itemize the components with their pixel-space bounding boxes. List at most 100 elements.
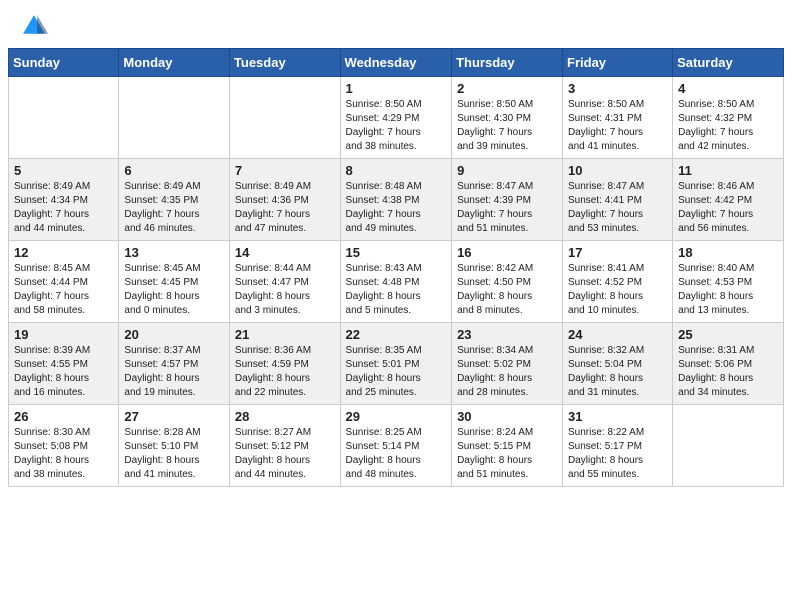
calendar-week-row: 19 Sunrise: 8:39 AM Sunset: 4:55 PM Dayli…	[9, 323, 784, 405]
calendar-cell: 31Sunrise: 8:22 AM Sunset: 5:17 PM Dayli…	[563, 405, 673, 487]
calendar-cell: 16 Sunrise: 8:42 AM Sunset: 4:50 PM Dayli…	[452, 241, 563, 323]
calendar-week-row: 1 Sunrise: 8:50 AM Sunset: 4:29 PM Daylig…	[9, 77, 784, 159]
day-number: 21	[235, 327, 335, 342]
day-info: Sunrise: 8:47 AM Sunset: 4:41 PM Dayligh…	[568, 180, 667, 236]
page-header	[0, 0, 792, 48]
day-info: Sunrise: 8:47 AM Sunset: 4:39 PM Dayligh…	[457, 180, 557, 236]
day-info: Sunrise: 8:31 AM Sunset: 5:06 PM Dayligh…	[678, 344, 778, 400]
day-number: 14	[235, 245, 335, 260]
calendar-cell: 4 Sunrise: 8:50 AM Sunset: 4:32 PM Daylig…	[673, 77, 784, 159]
weekday-header: Tuesday	[229, 49, 340, 77]
day-number: 19	[14, 327, 113, 342]
calendar-cell: 9 Sunrise: 8:47 AM Sunset: 4:39 PM Daylig…	[452, 159, 563, 241]
calendar-cell: 10 Sunrise: 8:47 AM Sunset: 4:41 PM Dayli…	[563, 159, 673, 241]
day-info: Sunrise: 8:39 AM Sunset: 4:55 PM Dayligh…	[14, 344, 113, 400]
day-number: 7	[235, 163, 335, 178]
calendar-cell	[673, 405, 784, 487]
day-number: 20	[124, 327, 224, 342]
calendar-cell: 23Sunrise: 8:34 AM Sunset: 5:02 PM Dayli…	[452, 323, 563, 405]
calendar-body: 1 Sunrise: 8:50 AM Sunset: 4:29 PM Daylig…	[9, 77, 784, 487]
day-info: Sunrise: 8:45 AM Sunset: 4:44 PM Dayligh…	[14, 262, 113, 318]
calendar-cell: 11Sunrise: 8:46 AM Sunset: 4:42 PM Dayli…	[673, 159, 784, 241]
day-number: 10	[568, 163, 667, 178]
calendar-cell: 8Sunrise: 8:48 AM Sunset: 4:38 PM Daylig…	[340, 159, 452, 241]
day-info: Sunrise: 8:43 AM Sunset: 4:48 PM Dayligh…	[346, 262, 447, 318]
day-info: Sunrise: 8:35 AM Sunset: 5:01 PM Dayligh…	[346, 344, 447, 400]
calendar-table: SundayMondayTuesdayWednesdayThursdayFrid…	[8, 48, 784, 487]
day-number: 17	[568, 245, 667, 260]
day-info: Sunrise: 8:24 AM Sunset: 5:15 PM Dayligh…	[457, 426, 557, 482]
day-number: 4	[678, 81, 778, 96]
calendar-header-row: SundayMondayTuesdayWednesdayThursdayFrid…	[9, 49, 784, 77]
day-number: 31	[568, 409, 667, 424]
calendar-cell: 24 Sunrise: 8:32 AM Sunset: 5:04 PM Dayli…	[563, 323, 673, 405]
day-info: Sunrise: 8:50 AM Sunset: 4:29 PM Dayligh…	[346, 98, 447, 154]
weekday-header: Monday	[119, 49, 230, 77]
day-info: Sunrise: 8:42 AM Sunset: 4:50 PM Dayligh…	[457, 262, 557, 318]
day-info: Sunrise: 8:40 AM Sunset: 4:53 PM Dayligh…	[678, 262, 778, 318]
day-info: Sunrise: 8:25 AM Sunset: 5:14 PM Dayligh…	[346, 426, 447, 482]
day-number: 18	[678, 245, 778, 260]
calendar-cell: 18 Sunrise: 8:40 AM Sunset: 4:53 PM Dayli…	[673, 241, 784, 323]
calendar-wrapper: SundayMondayTuesdayWednesdayThursdayFrid…	[0, 48, 792, 495]
calendar-week-row: 26 Sunrise: 8:30 AM Sunset: 5:08 PM Dayli…	[9, 405, 784, 487]
day-info: Sunrise: 8:50 AM Sunset: 4:32 PM Dayligh…	[678, 98, 778, 154]
day-info: Sunrise: 8:34 AM Sunset: 5:02 PM Dayligh…	[457, 344, 557, 400]
weekday-header: Thursday	[452, 49, 563, 77]
day-number: 15	[346, 245, 447, 260]
calendar-cell: 26 Sunrise: 8:30 AM Sunset: 5:08 PM Dayli…	[9, 405, 119, 487]
day-info: Sunrise: 8:32 AM Sunset: 5:04 PM Dayligh…	[568, 344, 667, 400]
calendar-cell: 19 Sunrise: 8:39 AM Sunset: 4:55 PM Dayli…	[9, 323, 119, 405]
calendar-cell	[9, 77, 119, 159]
calendar-week-row: 12 Sunrise: 8:45 AM Sunset: 4:44 PM Dayli…	[9, 241, 784, 323]
day-info: Sunrise: 8:30 AM Sunset: 5:08 PM Dayligh…	[14, 426, 113, 482]
calendar-cell: 6 Sunrise: 8:49 AM Sunset: 4:35 PM Daylig…	[119, 159, 230, 241]
day-info: Sunrise: 8:49 AM Sunset: 4:36 PM Dayligh…	[235, 180, 335, 236]
calendar-cell: 28Sunrise: 8:27 AM Sunset: 5:12 PM Dayli…	[229, 405, 340, 487]
day-info: Sunrise: 8:49 AM Sunset: 4:34 PM Dayligh…	[14, 180, 113, 236]
day-number: 6	[124, 163, 224, 178]
calendar-cell: 29Sunrise: 8:25 AM Sunset: 5:14 PM Dayli…	[340, 405, 452, 487]
calendar-cell: 22 Sunrise: 8:35 AM Sunset: 5:01 PM Dayli…	[340, 323, 452, 405]
day-info: Sunrise: 8:45 AM Sunset: 4:45 PM Dayligh…	[124, 262, 224, 318]
logo-icon	[20, 12, 48, 40]
weekday-header: Sunday	[9, 49, 119, 77]
calendar-cell: 7 Sunrise: 8:49 AM Sunset: 4:36 PM Daylig…	[229, 159, 340, 241]
calendar-cell: 2Sunrise: 8:50 AM Sunset: 4:30 PM Daylig…	[452, 77, 563, 159]
day-info: Sunrise: 8:37 AM Sunset: 4:57 PM Dayligh…	[124, 344, 224, 400]
calendar-cell: 15 Sunrise: 8:43 AM Sunset: 4:48 PM Dayli…	[340, 241, 452, 323]
calendar-cell	[229, 77, 340, 159]
weekday-header: Saturday	[673, 49, 784, 77]
weekday-header: Wednesday	[340, 49, 452, 77]
day-info: Sunrise: 8:48 AM Sunset: 4:38 PM Dayligh…	[346, 180, 447, 236]
logo	[20, 12, 52, 40]
day-info: Sunrise: 8:41 AM Sunset: 4:52 PM Dayligh…	[568, 262, 667, 318]
day-number: 26	[14, 409, 113, 424]
day-number: 3	[568, 81, 667, 96]
calendar-cell: 30Sunrise: 8:24 AM Sunset: 5:15 PM Dayli…	[452, 405, 563, 487]
day-number: 22	[346, 327, 447, 342]
day-number: 13	[124, 245, 224, 260]
day-info: Sunrise: 8:46 AM Sunset: 4:42 PM Dayligh…	[678, 180, 778, 236]
weekday-header: Friday	[563, 49, 673, 77]
day-info: Sunrise: 8:27 AM Sunset: 5:12 PM Dayligh…	[235, 426, 335, 482]
calendar-cell: 25 Sunrise: 8:31 AM Sunset: 5:06 PM Dayli…	[673, 323, 784, 405]
day-number: 1	[346, 81, 447, 96]
day-info: Sunrise: 8:50 AM Sunset: 4:31 PM Dayligh…	[568, 98, 667, 154]
calendar-cell: 27 Sunrise: 8:28 AM Sunset: 5:10 PM Dayli…	[119, 405, 230, 487]
calendar-cell: 17 Sunrise: 8:41 AM Sunset: 4:52 PM Dayli…	[563, 241, 673, 323]
calendar-cell	[119, 77, 230, 159]
day-info: Sunrise: 8:49 AM Sunset: 4:35 PM Dayligh…	[124, 180, 224, 236]
day-number: 25	[678, 327, 778, 342]
day-info: Sunrise: 8:50 AM Sunset: 4:30 PM Dayligh…	[457, 98, 557, 154]
day-number: 12	[14, 245, 113, 260]
day-number: 24	[568, 327, 667, 342]
day-number: 9	[457, 163, 557, 178]
calendar-cell: 3 Sunrise: 8:50 AM Sunset: 4:31 PM Daylig…	[563, 77, 673, 159]
calendar-cell: 5Sunrise: 8:49 AM Sunset: 4:34 PM Daylig…	[9, 159, 119, 241]
day-number: 16	[457, 245, 557, 260]
calendar-week-row: 5Sunrise: 8:49 AM Sunset: 4:34 PM Daylig…	[9, 159, 784, 241]
calendar-cell: 20 Sunrise: 8:37 AM Sunset: 4:57 PM Dayli…	[119, 323, 230, 405]
day-info: Sunrise: 8:28 AM Sunset: 5:10 PM Dayligh…	[124, 426, 224, 482]
day-number: 27	[124, 409, 224, 424]
